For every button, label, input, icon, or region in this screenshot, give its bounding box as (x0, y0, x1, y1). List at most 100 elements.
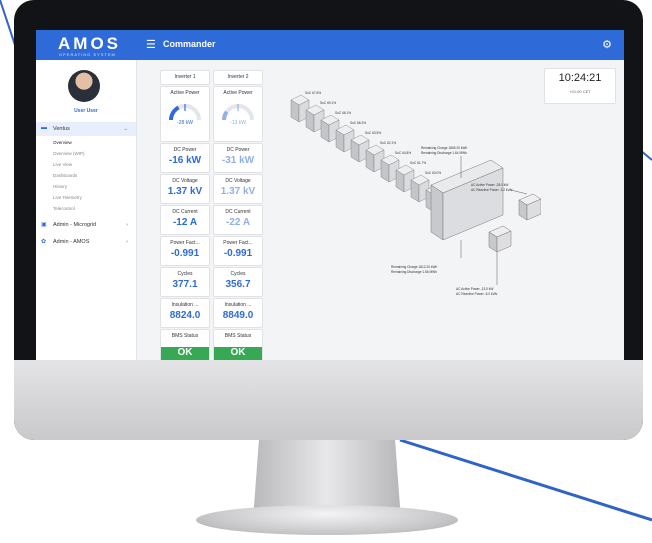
gauge (169, 104, 201, 121)
inverter-2-bms-status-badge: OK (214, 347, 262, 360)
inverter-1-bms-status-badge: OK (161, 347, 209, 360)
battery-module-soc-label: SoC 63.5% (365, 131, 381, 135)
chevron-down-icon: ⌄ (123, 126, 128, 132)
screen: AMOS OPERATING SYSTEM ☰ Commander ⚙ User… (36, 30, 624, 360)
battery-module-soc-label: SoC 63.0% (425, 171, 441, 175)
sidebar-group-ventus[interactable]: ▬ Ventus ⌄ (36, 122, 136, 136)
inverter-1-cycles-card: Cycles 377.1 (160, 267, 210, 297)
inverter-1-insulation-card: Insulation ... 8824.0 (160, 298, 210, 328)
ac-reactive-power-1: AC Reactive Power -3.2 kVAr (471, 188, 514, 192)
dc-current-value: -22 A (225, 217, 251, 228)
dc-power-value: -16 kW (168, 155, 202, 166)
inverter-1-active-power-card: Active Power -28 kW (160, 86, 210, 142)
battery-module-soc-label: SoC 66.1% (335, 111, 351, 115)
remaining-discharge-1: Remaining Discharge 1.64 MWh (421, 151, 467, 155)
remaining-charge-1: Remaining Charge 1865.20 kWh (421, 146, 467, 150)
card-title: Cycles (230, 271, 246, 277)
power-factor-value: -0.991 (223, 248, 253, 259)
battery-module-soc-label: SoC 67.6% (305, 91, 321, 95)
card-title: DC Voltage (225, 178, 251, 184)
sidebar-group-label: Admin - AMOS (53, 239, 90, 245)
chevron-right-icon: › (126, 222, 128, 228)
insulation-value: 8849.0 (222, 310, 254, 321)
ac-reactive-power-2: AC Reactive Power -6.0 kVAr (456, 292, 499, 296)
cycles-value: 356.7 (225, 279, 251, 290)
inverter-1-dc-current-card: DC Current -12 A (160, 205, 210, 235)
battery-module-soc-label: SoC 64.8% (395, 151, 411, 155)
card-title: Insulation ... (224, 302, 252, 308)
building-icon: ▣ (41, 222, 47, 228)
transformer-1[interactable] (518, 193, 541, 221)
card-title: DC Current (225, 209, 251, 215)
sidebar-item-history[interactable]: History (53, 184, 67, 189)
power-factor-value: -0.991 (170, 248, 200, 259)
sidebar-item-overview[interactable]: Overview (53, 140, 72, 145)
dc-voltage-value: 1.37 kV (167, 186, 203, 197)
card-title: BMS Status (224, 333, 252, 339)
battery-module-soc-label: SoC 69.1% (320, 101, 336, 105)
sidebar-item-live-telemetry[interactable]: Live Telemetry (53, 195, 82, 200)
battery-module-soc-label: SoC 66.3% (350, 121, 366, 125)
clock-card: 10:24:21 +01:00 CET (544, 68, 616, 104)
remaining-charge-2: Remaining Charge 1812.20 kWh (391, 265, 437, 269)
inverter-2-power-factor-card: Power Fact... -0.991 (213, 236, 263, 266)
inverter-2-dc-power-card: DC Power -31 kW (213, 143, 263, 173)
hamburger-icon[interactable]: ☰ (146, 38, 156, 51)
dc-power-value: -31 kW (221, 155, 255, 166)
card-title: DC Current (172, 209, 198, 215)
battery-container[interactable] (430, 159, 504, 241)
inverter-2-cycles-card: Cycles 356.7 (213, 267, 263, 297)
sidebar-item-live-view[interactable]: Live View (53, 162, 72, 167)
inverter-1-power-factor-card: Power Fact... -0.991 (160, 236, 210, 266)
dc-current-value: -12 A (172, 217, 198, 228)
dc-voltage-value: 1.37 kV (220, 186, 256, 197)
inverter-2-dc-current-card: DC Current -22 A (213, 205, 263, 235)
card-title: Active Power (223, 90, 253, 96)
inverter-2-header: Inverter 2 (213, 70, 263, 85)
inverter-1-header: Inverter 1 (160, 70, 210, 85)
sidebar-group-admin-microgrid[interactable]: ▣ Admin - Microgrid › (36, 218, 136, 232)
sidebar-item-dashboards[interactable]: Dashboards (53, 173, 77, 178)
avatar[interactable] (68, 70, 100, 102)
app-logo-subtitle: OPERATING SYSTEM (59, 52, 116, 57)
card-title: Power Fact... (223, 240, 253, 246)
monitor-chin (14, 360, 643, 440)
card-title: Cycles (177, 271, 193, 277)
remaining-discharge-2: Remaining Discharge 1.66 MWh (391, 270, 437, 274)
gear-icon: ✿ (41, 239, 47, 245)
chevron-right-icon: › (126, 239, 128, 245)
grid-icon: ▬ (41, 125, 47, 131)
plant-diagram: SoC 67.6% SoC 69.1% SoC 66.1% SoC 66.3% SoC … (290, 91, 541, 296)
transformer-2[interactable] (488, 225, 512, 253)
battery-module-soc-label: SoC 62.1% (380, 141, 396, 145)
card-title: Insulation ... (171, 302, 199, 308)
card-title: DC Power (226, 147, 250, 153)
gauge-fill (169, 105, 180, 121)
sidebar: User User ▬ Ventus ⌄ Overview Overview (… (36, 60, 137, 360)
gear-icon[interactable]: ⚙ (602, 38, 612, 51)
top-bar: AMOS OPERATING SYSTEM ☰ Commander ⚙ (36, 30, 624, 60)
inverter-1-dc-power-card: DC Power -16 kW (160, 143, 210, 173)
insulation-value: 8824.0 (169, 310, 201, 321)
card-title: DC Voltage (172, 178, 198, 184)
inverter-2-dc-voltage-card: DC Voltage 1.37 kV (213, 174, 263, 204)
card-title: BMS Status (171, 333, 199, 339)
inverter-2-insulation-card: Insulation ... 8849.0 (213, 298, 263, 328)
battery-module-soc-label: SoC 61.7% (410, 161, 426, 165)
sidebar-item-overview-wip[interactable]: Overview (WIP) (53, 151, 85, 156)
user-name[interactable]: User User (36, 108, 136, 114)
app-logo[interactable]: AMOS (58, 34, 121, 54)
sidebar-group-admin-amos[interactable]: ✿ Admin - AMOS › (36, 235, 136, 249)
card-title: Active Power (170, 90, 200, 96)
inverter-2-active-power-card: Active Power -13 kW (213, 86, 263, 142)
card-title: Power Fact... (170, 240, 200, 246)
inverter-2-title: Inverter 2 (227, 74, 249, 80)
sidebar-group-label: Ventus (53, 126, 70, 132)
inverter-1-dc-voltage-card: DC Voltage 1.37 kV (160, 174, 210, 204)
sidebar-item-telecontrol[interactable]: Telecontrol (53, 206, 75, 211)
active-power-value: -13 kW (230, 120, 246, 126)
sidebar-group-label: Admin - Microgrid (53, 222, 97, 228)
clock-time: 10:24:21 (558, 72, 602, 84)
active-power-value: -28 kW (177, 120, 193, 126)
clock-timezone: +01:00 CET (569, 89, 591, 94)
